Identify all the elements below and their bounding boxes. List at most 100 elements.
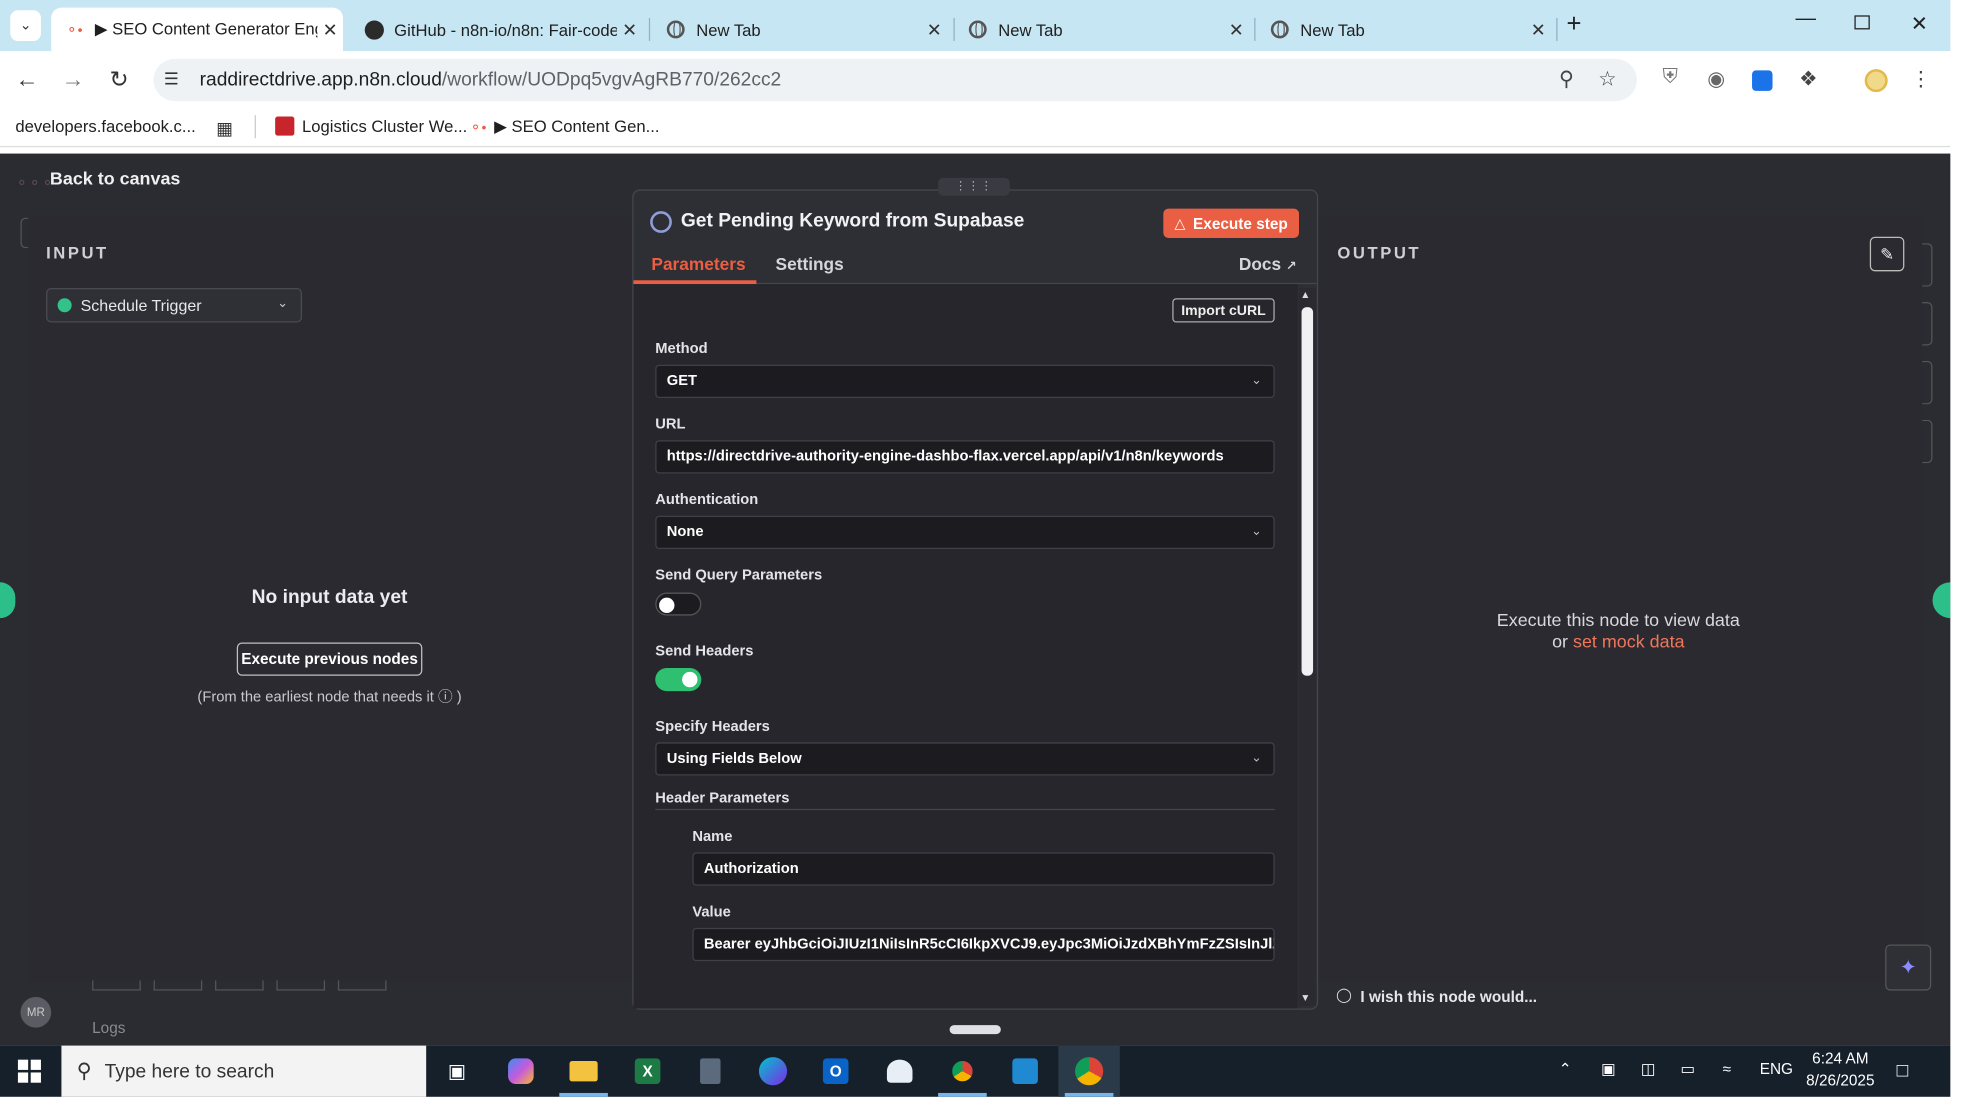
tab-new-tab-1[interactable]: New Tab ✕ [653,8,947,52]
restore-button[interactable] [1854,15,1870,30]
lightbulb-icon: ◯ [1336,988,1352,1004]
active-app-indicator [1064,1092,1114,1097]
windows-start-icon[interactable] [17,1059,41,1083]
back-to-canvas-link[interactable]: Back to canvas [50,168,180,188]
bookmark-facebook[interactable]: developers.facebook.c... [15,116,195,135]
back-arrow-icon[interactable]: ← [12,67,43,94]
drag-handle[interactable]: ⋮⋮⋮ [938,177,1010,196]
outlook-icon[interactable]: O [814,1053,858,1089]
bookmark-star-icon[interactable]: ☆ [1593,67,1621,93]
tab-github[interactable]: GitHub - n8n-io/n8n: Fair-code ✕ [351,8,643,52]
toggle-knob [682,671,698,688]
excel-icon[interactable]: X [626,1053,670,1089]
close-icon[interactable]: ✕ [617,19,643,41]
header-name-label: Name [692,829,733,845]
close-icon[interactable]: ✕ [1223,19,1249,41]
show-hidden-icons[interactable]: ⌃ [1559,1060,1572,1078]
chevron-down-icon: ⌄ [1251,524,1262,539]
vscode-icon[interactable] [1003,1053,1047,1089]
logs-label[interactable]: Logs [92,1019,125,1037]
tab-separator [1254,17,1256,41]
header-value-input[interactable]: Bearer eyJhbGciOiJIUzI1NiIsInR5cCI6IkpXV… [692,927,1275,962]
panel-resize-handle[interactable] [949,1025,1001,1035]
scroll-up-icon[interactable]: ▲ [1300,289,1310,301]
battery-icon[interactable]: ▭ [1680,1060,1695,1078]
bookmark-seo[interactable]: ⚬• ▶ SEO Content Gen... [470,116,660,136]
extensions-puzzle-icon[interactable]: ❖ [1794,67,1822,93]
file-explorer-icon[interactable] [562,1053,606,1089]
close-icon[interactable]: ✕ [921,19,947,41]
header-parameters-divider [655,808,1275,811]
snipping-tool-icon[interactable] [878,1053,922,1089]
chrome-taskbar-icon[interactable] [941,1053,985,1089]
site-info-icon[interactable]: ☰ [164,69,179,89]
forward-arrow-icon[interactable]: → [58,67,89,94]
calculator-icon[interactable] [689,1053,733,1089]
input-source-select[interactable]: Schedule Trigger ⌄ [46,287,303,323]
minimize-button[interactable]: — [1796,8,1816,31]
reload-icon[interactable]: ↻ [104,67,135,94]
shield-icon[interactable]: ⛨ [1656,67,1684,90]
tab-seo-content-generator[interactable]: ⚬• ▶ SEO Content Generator Engli ✕ [51,7,343,52]
tab-settings[interactable]: Settings [776,255,844,274]
camera-icon[interactable]: ◉ [1702,67,1730,93]
profile-avatar-icon[interactable] [1864,69,1888,93]
canvas-button [153,980,203,991]
tab-new-tab-2[interactable]: New Tab ✕ [955,8,1249,52]
taskbar-search[interactable]: ⚲ Type here to search [61,1045,427,1097]
chrome-active-icon[interactable] [1067,1053,1111,1089]
execute-previous-nodes-button[interactable]: Execute previous nodes [236,642,423,676]
authentication-select[interactable]: None ⌄ [655,515,1275,550]
canvas-button [337,980,387,991]
feedback-link[interactable]: I wish this node would... [1360,988,1537,1006]
specify-headers-select[interactable]: Using Fields Below ⌄ [655,742,1275,776]
ai-sparkle-button[interactable]: ✦ [1885,944,1932,991]
send-headers-toggle[interactable] [655,668,702,692]
specify-headers-label: Specify Headers [655,719,770,735]
tab-search-button[interactable]: ⌄ [10,10,41,41]
zoom-icon[interactable]: ⚲ [1552,67,1580,93]
set-mock-data-link[interactable]: set mock data [1573,631,1685,651]
close-window-button[interactable]: ✕ [1911,12,1928,38]
wifi-icon[interactable]: ≈ [1723,1060,1731,1078]
canva-icon[interactable] [751,1053,795,1089]
search-placeholder: Type here to search [104,1060,275,1083]
display-icon[interactable]: ◫ [1641,1060,1656,1078]
apps-grid-icon[interactable]: ▦ [216,118,233,140]
url-input[interactable]: https://directdrive-authority-engine-das… [655,440,1275,474]
menu-kebab-icon[interactable]: ⋮ [1907,67,1935,93]
docs-link[interactable]: Docs ↗ [1239,255,1297,274]
n8n-icon: ⚬• [65,22,83,38]
edit-pencil-icon[interactable]: ✎ [1869,236,1905,272]
language-indicator[interactable]: ENG [1760,1060,1793,1078]
close-icon[interactable]: ✕ [317,19,343,41]
send-query-toggle[interactable] [655,592,702,616]
meet-now-icon[interactable]: ▣ [1601,1060,1616,1078]
extension-blue-icon[interactable] [1752,70,1773,91]
tab-parameters[interactable]: Parameters [651,255,745,274]
execute-step-button[interactable]: △ Execute step [1163,208,1299,239]
taskbar-clock[interactable]: 6:24 AM 8/26/2025 [1799,1048,1881,1092]
copilot-icon[interactable] [499,1053,543,1089]
header-name-input[interactable]: Authorization [692,852,1275,886]
method-label: Method [655,341,708,358]
bookmark-logistics[interactable]: Logistics Cluster We... [275,116,467,136]
notifications-icon[interactable]: □ [1897,1060,1909,1082]
logistics-icon [275,116,295,136]
output-hint-line2: or set mock data [1314,631,1922,653]
specify-headers-value: Using Fields Below [666,751,802,767]
scrollbar-thumb[interactable] [1301,307,1314,676]
close-icon[interactable]: ✕ [1526,19,1552,41]
tab-new-tab-3[interactable]: New Tab ✕ [1257,8,1551,52]
task-view-icon[interactable]: ▣ [435,1053,479,1089]
url-text[interactable]: raddirectdrive.app.n8n.cloud/workflow/UO… [200,69,782,91]
import-curl-button[interactable]: Import cURL [1172,298,1275,323]
node-title[interactable]: Get Pending Keyword from Supabase [681,210,1024,232]
active-app-indicator [938,1092,987,1097]
scroll-down-icon[interactable]: ▼ [1300,992,1310,1004]
method-select[interactable]: GET ⌄ [655,364,1275,399]
user-avatar[interactable]: MR [20,996,52,1028]
new-tab-button[interactable]: + [1566,10,1581,39]
header-parameters-label: Header Parameters [655,790,790,807]
chrome-icon [1270,19,1290,39]
